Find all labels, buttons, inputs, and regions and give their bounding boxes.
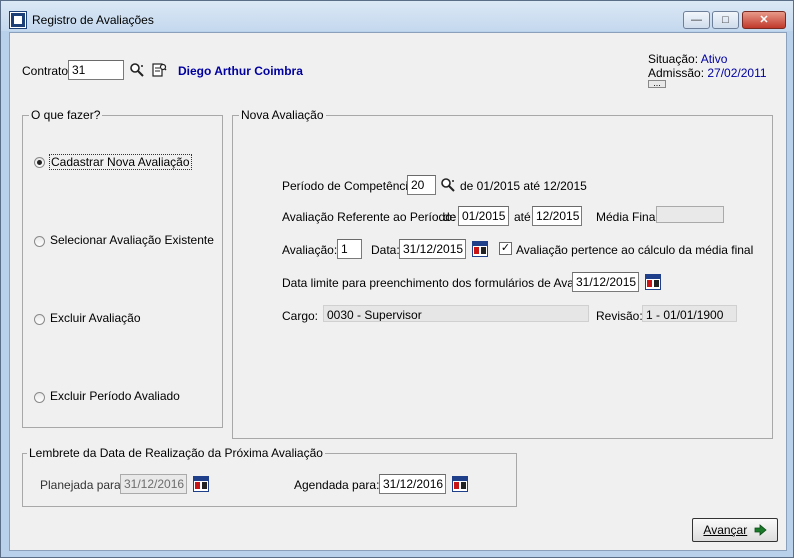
avancar-label: Avançar	[703, 523, 748, 537]
radio-excluir-avaliacao-label[interactable]: Excluir Avaliação	[50, 311, 141, 325]
limite-calendar-icon[interactable]	[645, 274, 661, 290]
planejada-label: Planejada para:	[40, 478, 125, 492]
window-frame: Registro de Avaliações — □ ✕ Contrato: 3…	[0, 0, 794, 558]
avaliacao-label: Avaliação:	[282, 243, 338, 257]
options-group: O que fazer? Cadastrar Nova Avaliação Se…	[22, 108, 223, 428]
limite-input[interactable]: 31/12/2015	[572, 272, 639, 292]
situacao-row: Situação: Ativo	[648, 52, 727, 66]
revisao-label: Revisão:	[596, 309, 643, 323]
lembrete-legend: Lembrete da Data de Realização da Próxim…	[27, 446, 325, 460]
referente-ate-input[interactable]: 12/2015	[532, 206, 582, 226]
radio-excluir-periodo[interactable]	[34, 392, 45, 403]
admissao-row: Admissão: 27/02/2011	[648, 66, 767, 80]
lembrete-group: Lembrete da Data de Realização da Próxim…	[22, 446, 517, 507]
document-icon[interactable]	[151, 62, 167, 78]
pertence-label: Avaliação pertence ao cálculo da média f…	[516, 243, 754, 257]
more-button[interactable]: ...	[648, 79, 666, 88]
minimize-button[interactable]: —	[683, 11, 710, 29]
admissao-value: 27/02/2011	[707, 66, 767, 80]
radio-selecionar-label[interactable]: Selecionar Avaliação Existente	[50, 233, 214, 247]
close-button[interactable]: ✕	[742, 11, 786, 29]
agendada-label: Agendada para:	[294, 478, 380, 492]
radio-excluir-periodo-label[interactable]: Excluir Período Avaliado	[50, 389, 180, 403]
agendada-calendar-icon[interactable]	[452, 476, 468, 492]
nova-avaliacao-legend: Nova Avaliação	[239, 108, 326, 122]
situacao-value: Ativo	[700, 52, 728, 66]
cargo-field: 0030 - Supervisor	[323, 305, 589, 322]
periodo-label: Período de Competência:	[282, 179, 419, 193]
revisao-field: 1 - 01/01/1900	[642, 305, 737, 322]
contract-input[interactable]: 31	[68, 60, 124, 80]
referente-label: Avaliação Referente ao Período:	[282, 210, 456, 224]
nova-avaliacao-group: Nova Avaliação Período de Competência: 2…	[232, 108, 773, 439]
media-label: Média Final:	[596, 210, 662, 224]
periodo-search-icon[interactable]	[440, 177, 456, 193]
agendada-input[interactable]: 31/12/2016	[379, 474, 446, 494]
planejada-input[interactable]: 31/12/2016	[120, 474, 187, 494]
search-icon[interactable]	[129, 62, 145, 78]
contract-label: Contrato:	[22, 64, 72, 78]
avaliacao-input[interactable]: 1	[337, 239, 362, 259]
data-input[interactable]: 31/12/2015	[399, 239, 466, 259]
client-area: Contrato: 31 Diego Arthur Coimbra Situaç…	[9, 32, 787, 551]
employee-name: Diego Arthur Coimbra	[178, 64, 303, 78]
radio-excluir-avaliacao[interactable]	[34, 314, 45, 325]
app-icon	[10, 12, 26, 28]
radio-selecionar[interactable]	[34, 236, 45, 247]
pertence-checkbox[interactable]: ✓	[499, 242, 512, 255]
cargo-label: Cargo:	[282, 309, 319, 323]
radio-cadastrar-label[interactable]: Cadastrar Nova Avaliação	[49, 154, 192, 170]
arrow-right-icon	[754, 524, 767, 536]
avancar-button[interactable]: Avançar	[692, 518, 778, 542]
title-bar[interactable]: Registro de Avaliações — □ ✕	[1, 1, 793, 31]
limite-label: Data limite para preenchimento dos formu…	[282, 276, 609, 290]
situacao-label: Situação:	[648, 52, 699, 66]
referente-ate-label: até	[514, 210, 531, 224]
planejada-calendar-icon[interactable]	[193, 476, 209, 492]
options-legend: O que fazer?	[29, 108, 103, 122]
periodo-range: de 01/2015 até 12/2015	[460, 179, 587, 193]
referente-de-input[interactable]: 01/2015	[458, 206, 509, 226]
referente-de-label: de	[443, 210, 457, 224]
maximize-button[interactable]: □	[712, 11, 739, 29]
media-input[interactable]	[656, 206, 724, 223]
radio-cadastrar[interactable]	[34, 157, 45, 168]
data-label: Data:	[371, 243, 400, 257]
periodo-input[interactable]: 20	[407, 175, 436, 195]
window-title: Registro de Avaliações	[32, 13, 154, 27]
data-calendar-icon[interactable]	[472, 241, 488, 257]
